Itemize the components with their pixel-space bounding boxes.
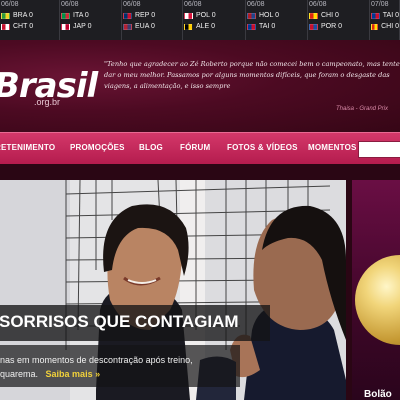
hero-title-bar: SORRISOS QUE CONTAGIAM [0,305,270,341]
ticker-match[interactable]: 06/08 HOL 0 TAI 0 [246,0,308,40]
ticker-team: POR 0 [309,21,369,32]
site-logo-domain: .org.br [34,97,61,107]
ticker-team-score: POR 0 [321,23,343,30]
flag-icon [61,23,70,30]
ticker-team-score: BRA 0 [13,12,33,19]
nav-item-promocoes[interactable]: PROMOÇÕES [70,133,125,165]
ticker-team: TAI 0 [371,10,399,21]
flag-icon [184,23,193,30]
nav-item-forum[interactable]: FÓRUM [180,133,210,165]
ticker-team: CHI 0 [309,10,369,21]
header-quote: "Tenho que agradecer ao Zé Roberto porqu… [104,60,400,90]
ticker-team: BRA 0 [1,10,59,21]
nav-item-blog[interactable]: BLOG [139,133,163,165]
nav-item-entretenimento[interactable]: RETENIMENTO [0,133,55,165]
ticker-match[interactable]: 06/08 POL 0 ALE 0 [183,0,246,40]
nav-item-fotos-videos[interactable]: FOTOS & VÍDEOS [227,133,298,165]
nav-item-momentos[interactable]: MOMENTOS [308,133,357,165]
ticker-team-score: HOL 0 [259,12,279,19]
ticker-team-score: POL 0 [196,12,216,19]
flag-icon [371,12,380,19]
search-input[interactable] [358,141,400,158]
ticker-team-score: REP 0 [135,12,156,19]
ticker-team-score: TAI 0 [259,23,276,30]
header-quote-author: Thaisa - Grand Prix [336,106,389,112]
ticker-team: REP 0 [123,10,182,21]
ticker-match[interactable]: 06/08 BRA 0 CHT 0 [0,0,60,40]
ticker-match[interactable]: 06/08 REP 0 EUA 0 [122,0,183,40]
flag-icon [123,23,132,30]
ticker-date: 06/08 [309,1,327,8]
ticker-team: ITA 0 [61,10,121,21]
flag-icon [1,12,10,19]
flag-icon [371,23,379,30]
ticker-team: TAI 0 [247,21,307,32]
flag-icon [247,23,256,30]
ticker-date: 06/08 [123,1,141,8]
ticker-team-score: EUA 0 [135,23,155,30]
score-ticker: 06/08 BRA 0 CHT 0 06/08 ITA 0 JAP 0 06/08 REP 0… [0,0,400,40]
ticker-date: 06/08 [61,1,79,8]
ticker-team: ALE 0 [184,21,245,32]
ticker-team-score: ITA 0 [73,12,89,19]
ticker-team: HOL 0 [247,10,307,21]
side-promo-label[interactable]: Bolão [364,389,392,400]
ticker-team-score: ALE 0 [196,23,216,30]
ticker-date: 06/08 [1,1,19,8]
main-nav: RETENIMENTO PROMOÇÕES BLOG FÓRUM FOTOS &… [0,132,400,164]
page: 06/08 BRA 0 CHT 0 06/08 ITA 0 JAP 0 06/08 REP 0… [0,0,400,400]
hero-caption-line-1: nas em momentos de descontração após tre… [0,355,193,365]
ticker-team-score: CHI 0 [321,12,339,19]
ticker-team-score: CHI 0 [381,23,399,30]
site-header: Brasil .org.br "Tenho que agradecer ao Z… [0,40,400,132]
hero-title[interactable]: SORRISOS QUE CONTAGIAM [0,312,239,332]
hero-caption-line-2: quarema. Saiba mais » [0,367,240,381]
flag-icon [309,12,318,19]
ticker-team-score: JAP 0 [73,23,92,30]
ticker-date: 06/08 [247,1,265,8]
ticker-date: 07/08 [371,1,389,8]
ticker-team: EUA 0 [123,21,182,32]
ticker-match[interactable]: 07/08 TAI 0 CHI 0 [370,0,400,40]
ticker-team: POL 0 [184,10,245,21]
read-more-link[interactable]: Saiba mais » [46,369,101,379]
ticker-match[interactable]: 06/08 CHI 0 POR 0 [308,0,370,40]
flag-icon [247,12,256,19]
hero-caption-text: quarema. [0,369,39,379]
hero-banner[interactable]: SORRISOS QUE CONTAGIAM nas em momentos d… [0,180,346,400]
flag-icon [61,12,70,19]
ticker-team: CHI 0 [371,21,399,32]
ticker-team: JAP 0 [61,21,121,32]
ticker-team-score: TAI 0 [382,12,399,19]
flag-icon [184,12,193,19]
ticker-date: 06/08 [184,1,202,8]
flag-icon [1,23,10,30]
ticker-match[interactable]: 06/08 ITA 0 JAP 0 [60,0,122,40]
flag-icon [309,23,318,30]
ticker-team: CHT 0 [1,21,59,32]
content-band [0,164,400,180]
hero-caption: nas em momentos de descontração após tre… [0,345,240,387]
ticker-team-score: CHT 0 [13,23,34,30]
flag-icon [123,12,132,19]
